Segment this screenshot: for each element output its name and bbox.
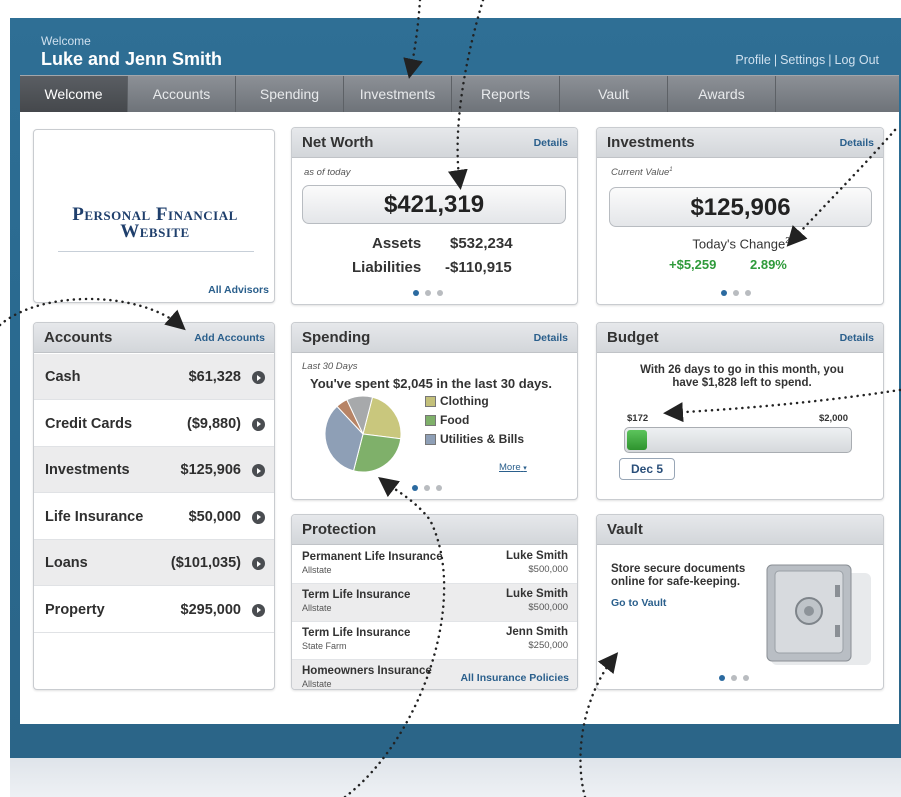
arrow-investments-tab — [403, 0, 423, 79]
annotation-arrows — [0, 0, 901, 797]
arrow-investments — [786, 128, 897, 247]
arrow-budget — [663, 388, 901, 423]
screenshot-stage: Welcome Luke and Jenn Smith Profile | Sett… — [0, 0, 901, 797]
arrow-spending-pie — [343, 476, 446, 797]
arrow-networth — [447, 0, 485, 190]
arrow-add-accounts — [0, 297, 186, 331]
arrow-vault — [579, 652, 619, 797]
